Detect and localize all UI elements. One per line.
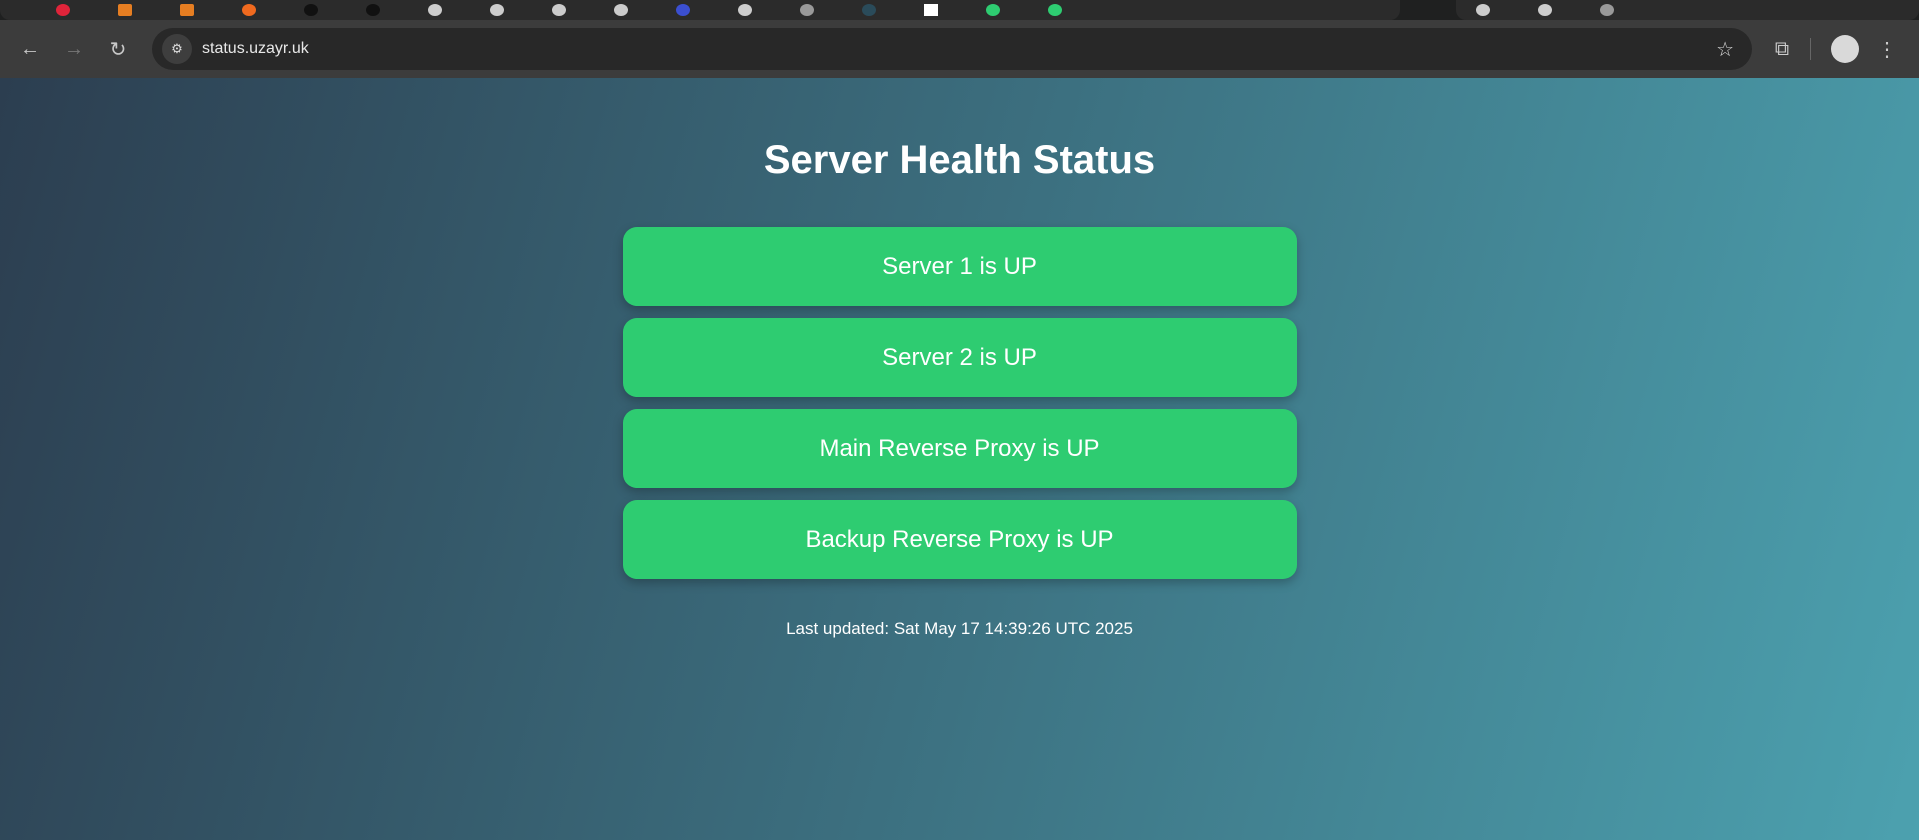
tab-group [0, 0, 1400, 20]
tab-favicon[interactable] [924, 4, 938, 16]
tab-favicon[interactable] [428, 4, 442, 16]
star-icon[interactable]: ☆ [1716, 37, 1734, 62]
tab-favicon[interactable] [552, 4, 566, 16]
browser-toolbar: ← → ↻ ⚙ status.uzayr.uk ☆ ⧉ ⋮ [0, 20, 1919, 78]
server-status-card: Server 1 is UP [622, 227, 1297, 306]
reload-icon[interactable]: ↻ [102, 33, 134, 65]
toolbar-divider [1810, 38, 1811, 60]
tab-favicon[interactable] [180, 4, 194, 16]
tab-favicon[interactable] [56, 4, 70, 16]
url-text[interactable]: status.uzayr.uk [202, 40, 1716, 58]
server-status-list: Server 1 is UP Server 2 is UP Main Rever… [622, 227, 1297, 579]
status-page: Server Health Status Server 1 is UP Serv… [0, 78, 1919, 840]
server-status-card: Main Reverse Proxy is UP [622, 409, 1297, 488]
page-title: Server Health Status [763, 138, 1156, 182]
tab-favicon[interactable] [242, 4, 256, 16]
server-status-card: Server 2 is UP [622, 318, 1297, 397]
tune-icon[interactable]: ⚙ [162, 34, 192, 64]
tab-favicon[interactable] [986, 4, 1000, 16]
tab-favicon[interactable] [1048, 4, 1062, 16]
tab-favicon[interactable] [1600, 4, 1614, 16]
last-updated: Last updated: Sat May 17 14:39:26 UTC 20… [786, 619, 1133, 638]
profile-avatar[interactable] [1831, 35, 1859, 63]
tab-favicon[interactable] [366, 4, 380, 16]
tab-favicon[interactable] [304, 4, 318, 16]
tab-group [1456, 0, 1919, 20]
address-bar[interactable]: ⚙ status.uzayr.uk ☆ [152, 28, 1752, 70]
tab-favicon[interactable] [614, 4, 628, 16]
server-status-card: Backup Reverse Proxy is UP [622, 500, 1297, 579]
tab-favicon[interactable] [118, 4, 132, 16]
tab-favicon[interactable] [738, 4, 752, 16]
puzzle-icon[interactable]: ⧉ [1764, 38, 1800, 61]
tab-favicon[interactable] [676, 4, 690, 16]
kebab-menu-icon[interactable]: ⋮ [1869, 37, 1905, 62]
tab-favicon[interactable] [1538, 4, 1552, 16]
tab-favicon[interactable] [800, 4, 814, 16]
tab-favicon[interactable] [862, 4, 876, 16]
arrow-right-icon[interactable]: → [58, 33, 90, 65]
arrow-left-icon[interactable]: ← [14, 33, 46, 65]
tab-strip [0, 0, 1919, 20]
tab-favicon[interactable] [490, 4, 504, 16]
tab-favicon[interactable] [1476, 4, 1490, 16]
